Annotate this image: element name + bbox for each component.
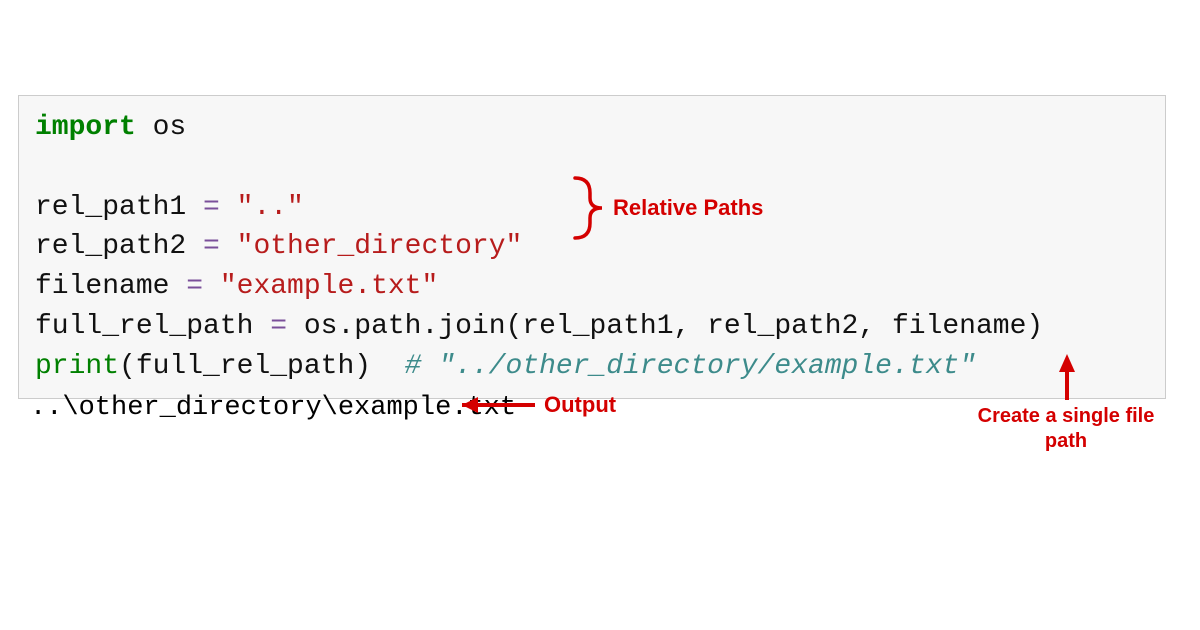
string-other-dir: "other_directory" [220,231,522,262]
code-line-1: import os [35,112,186,143]
code-block: import os rel_path1 = ".." rel_path2 = "… [18,95,1166,399]
code-line-5: full_rel_path = os.path.join(rel_path1, … [35,311,1043,342]
page-root: import os rel_path1 = ".." rel_path2 = "… [0,0,1200,630]
os-path-join-call: os.path.join(rel_path1, rel_path2, filen… [287,311,1043,342]
code-line-6: print(full_rel_path) # "../other_directo… [35,351,976,382]
annotation-relative-paths: Relative Paths [613,195,763,221]
comment-expected-output: # "../other_directory/example.txt" [405,351,976,382]
program-output: ..\other_directory\example.txt [30,393,516,423]
annotation-output: Output [544,392,616,418]
var-rel-path1: rel_path1 [35,192,203,223]
equals-op: = [186,271,203,302]
var-full-rel-path: full_rel_path [35,311,270,342]
string-dotdot: ".." [220,192,304,223]
module-os: os [136,112,186,143]
equals-op: = [203,192,220,223]
var-filename: filename [35,271,186,302]
code-line-4: filename = "example.txt" [35,271,438,302]
code-line-2: rel_path1 = ".." [35,192,304,223]
print-fn: print [35,351,119,382]
code-line-3: rel_path2 = "other_directory" [35,231,522,262]
print-args: (full_rel_path) [119,351,405,382]
string-example-txt: "example.txt" [203,271,438,302]
equals-op: = [270,311,287,342]
annotation-single-file-path: Create a single file path [961,404,1171,454]
var-rel-path2: rel_path2 [35,231,203,262]
keyword-import: import [35,112,136,143]
equals-op: = [203,231,220,262]
